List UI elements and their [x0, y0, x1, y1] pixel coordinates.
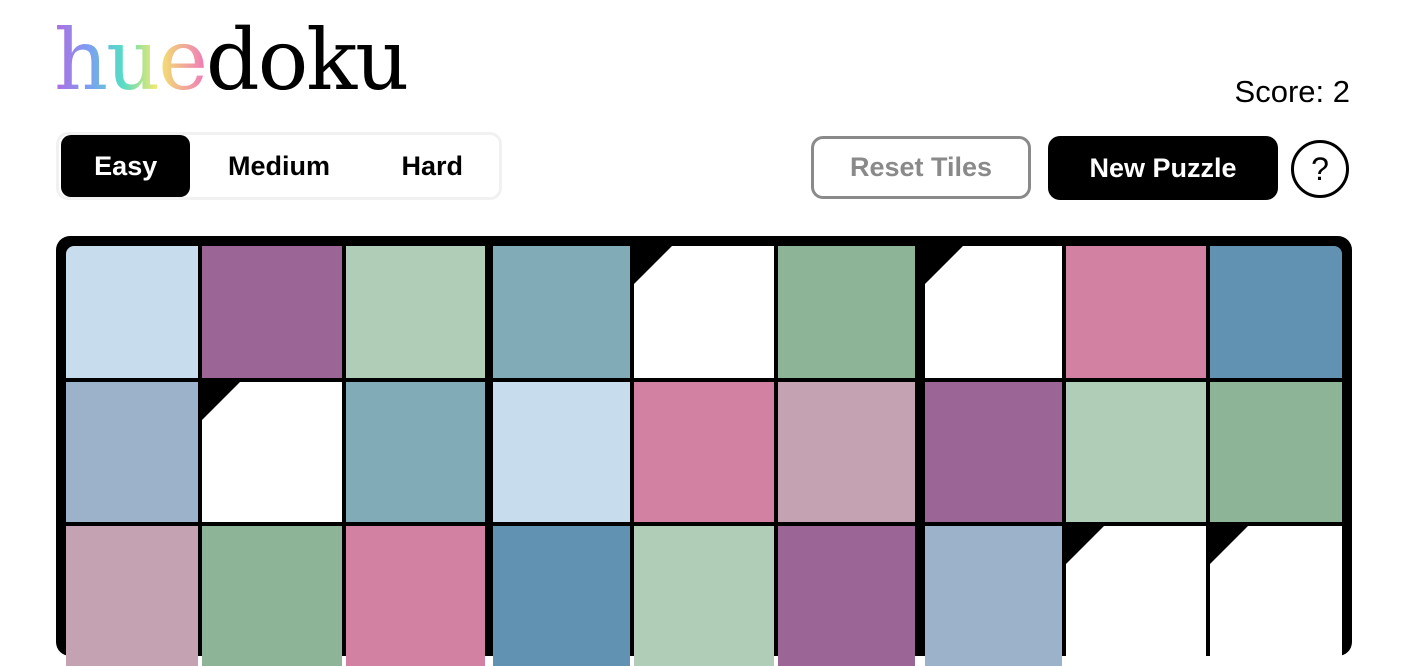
color-tile[interactable]	[493, 382, 630, 522]
empty-tile-corner-marker	[202, 382, 240, 420]
difficulty-selector: Easy Medium Hard	[56, 132, 502, 200]
difficulty-easy-button[interactable]: Easy	[61, 135, 191, 197]
color-tile[interactable]	[346, 382, 485, 522]
color-tile[interactable]	[778, 382, 915, 522]
difficulty-medium-button[interactable]: Medium	[190, 135, 367, 197]
color-tile[interactable]	[66, 382, 198, 522]
color-tile[interactable]	[925, 526, 1062, 666]
logo-doku-text: doku	[205, 11, 409, 109]
new-puzzle-button[interactable]: New Puzzle	[1048, 136, 1278, 200]
color-tile[interactable]	[1066, 382, 1206, 522]
empty-tile-corner-marker	[634, 246, 672, 284]
logo-hue-text: hue	[54, 11, 208, 109]
empty-tile[interactable]	[202, 382, 342, 522]
color-tile[interactable]	[634, 382, 774, 522]
color-tile[interactable]	[634, 526, 774, 666]
empty-tile[interactable]	[634, 246, 774, 378]
color-tile[interactable]	[1066, 246, 1206, 378]
difficulty-hard-button[interactable]: Hard	[368, 135, 497, 197]
color-tile[interactable]	[66, 526, 198, 666]
empty-tile[interactable]	[1210, 526, 1342, 666]
color-tile[interactable]	[925, 382, 1062, 522]
huedoku-logo: huedoku	[54, 18, 409, 102]
reset-tiles-button[interactable]: Reset Tiles	[811, 136, 1031, 199]
color-tile[interactable]	[346, 246, 485, 378]
empty-tile-corner-marker	[1066, 526, 1104, 564]
empty-tile-corner-marker	[1210, 526, 1248, 564]
color-tile[interactable]	[202, 246, 342, 378]
puzzle-board	[56, 236, 1352, 666]
color-tile[interactable]	[493, 526, 630, 666]
color-tile[interactable]	[66, 246, 198, 378]
empty-tile[interactable]	[925, 246, 1062, 378]
color-tile[interactable]	[778, 246, 915, 378]
color-tile[interactable]	[202, 526, 342, 666]
empty-tile-corner-marker	[925, 246, 963, 284]
color-tile[interactable]	[778, 526, 915, 666]
empty-tile[interactable]	[1066, 526, 1206, 666]
help-button[interactable]: ?	[1291, 140, 1349, 198]
color-tile[interactable]	[493, 246, 630, 378]
color-tile[interactable]	[346, 526, 485, 666]
color-tile[interactable]	[1210, 246, 1342, 378]
color-tile[interactable]	[1210, 382, 1342, 522]
score-display: Score: 2	[1234, 74, 1350, 109]
